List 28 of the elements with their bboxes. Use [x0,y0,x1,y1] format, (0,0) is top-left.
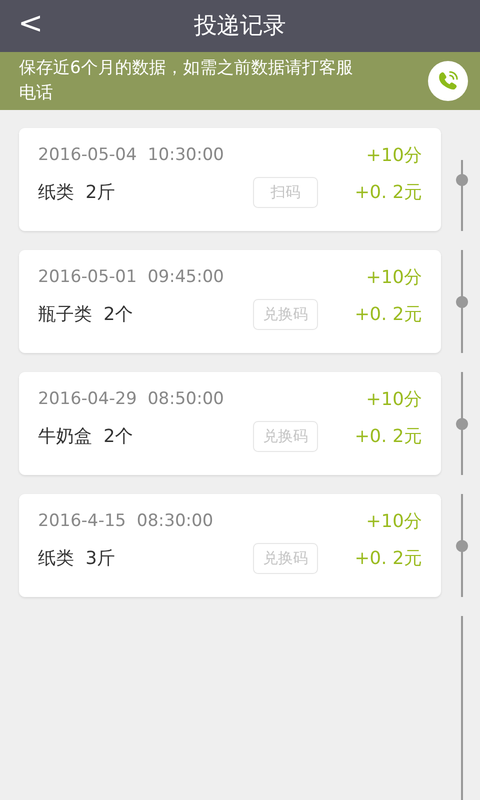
money-earned: +0. 2元 [354,303,422,327]
record-datetime: 2016-05-04 10:30:00 [38,144,224,167]
record-item: 瓶子类 2个 [38,303,134,327]
record-item: 纸类 2斤 [38,181,116,205]
points-earned: +10分 [366,266,422,290]
money-earned: +0. 2元 [354,547,422,571]
record-item: 纸类 3斤 [38,547,116,571]
points-earned: +10分 [366,144,422,168]
page-title: 投递记录 [194,12,286,41]
timeline-dot [456,418,468,430]
timeline-dot [456,174,468,186]
money-earned: +0. 2元 [354,181,422,205]
record-datetime: 2016-05-01 09:45:00 [38,266,224,289]
timeline-dot [456,296,468,308]
record-datetime: 2016-04-29 08:50:00 [38,388,224,411]
back-button[interactable]: < [10,4,52,44]
code-button[interactable]: 扫码 [253,177,318,208]
points-earned: +10分 [366,510,422,534]
code-button[interactable]: 兑换码 [253,543,318,574]
notice-text: 保存近6个月的数据，如需之前数据请打客服电话 [19,57,354,105]
money-earned: +0. 2元 [354,425,422,449]
record-datetime: 2016-4-15 08:30:00 [38,510,214,533]
code-button[interactable]: 兑换码 [253,421,318,452]
points-earned: +10分 [366,388,422,412]
timeline-dot [456,540,468,552]
phone-button[interactable] [428,61,468,101]
record-item: 牛奶盒 2个 [38,425,134,449]
code-button[interactable]: 兑换码 [253,299,318,330]
